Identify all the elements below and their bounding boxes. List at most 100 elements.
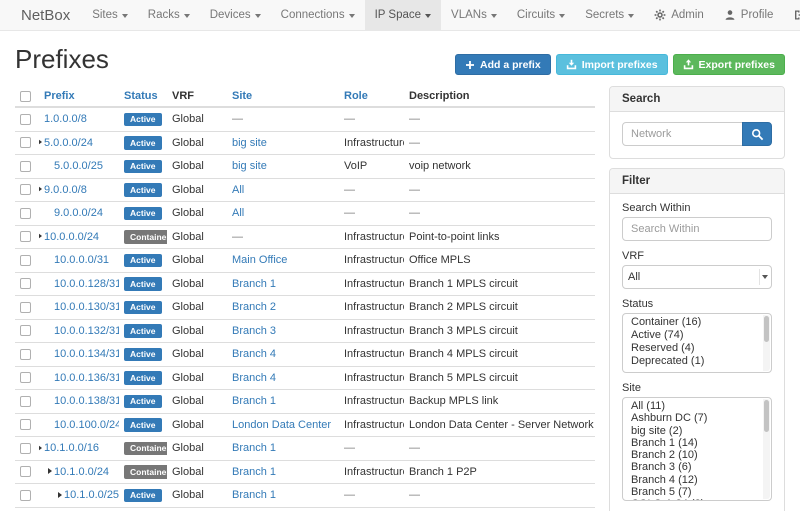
expand-caret-icon[interactable]: [58, 492, 62, 498]
nav-item-admin[interactable]: Admin: [644, 0, 714, 30]
nav-item-vlans[interactable]: VLANs: [441, 0, 507, 30]
site-link[interactable]: Branch 1: [232, 278, 276, 290]
row-checkbox[interactable]: [20, 396, 31, 407]
site-link[interactable]: big site: [232, 160, 267, 172]
site-link[interactable]: big site: [232, 137, 267, 149]
prefix-link[interactable]: 10.0.0.134/31: [54, 348, 119, 360]
site-link[interactable]: Branch 4: [232, 372, 276, 384]
brand-logo[interactable]: NetBox: [9, 0, 82, 30]
listbox-option[interactable]: Active (74): [623, 329, 771, 342]
vrf-select[interactable]: All: [622, 265, 772, 289]
expand-caret-icon[interactable]: [39, 233, 42, 239]
scrollbar-thumb[interactable]: [764, 400, 769, 432]
search-within-input[interactable]: [622, 217, 772, 241]
expand-caret-icon[interactable]: [39, 445, 42, 451]
prefix-link[interactable]: 5.0.0.0/24: [44, 137, 93, 149]
site-link[interactable]: Branch 1: [232, 466, 276, 478]
row-checkbox[interactable]: [20, 302, 31, 313]
row-checkbox[interactable]: [20, 466, 31, 477]
listbox-option[interactable]: Branch 3 (6): [623, 461, 771, 473]
prefix-link[interactable]: 10.0.0.138/31: [54, 395, 119, 407]
column-header-status[interactable]: Status: [124, 90, 158, 102]
row-checkbox[interactable]: [20, 137, 31, 148]
search-input[interactable]: [622, 122, 743, 146]
listbox-option[interactable]: Branch 2 (10): [623, 449, 771, 461]
listbox-option[interactable]: Branch 5 (7): [623, 486, 771, 498]
add-a-prefix-button[interactable]: Add a prefix: [455, 54, 551, 75]
listbox-option[interactable]: All (11): [623, 400, 771, 412]
prefix-link[interactable]: 10.0.0.136/31: [54, 372, 119, 384]
scrollbar-thumb[interactable]: [764, 316, 769, 342]
site-link[interactable]: Branch 1: [232, 442, 276, 454]
row-checkbox[interactable]: [20, 208, 31, 219]
import-prefixes-button[interactable]: Import prefixes: [556, 54, 668, 75]
site-link[interactable]: Main Office: [232, 254, 287, 266]
select-all-checkbox[interactable]: [20, 91, 31, 102]
row-checkbox[interactable]: [20, 349, 31, 360]
site-link[interactable]: Branch 1: [232, 395, 276, 407]
prefix-link[interactable]: 10.0.0.0/24: [44, 231, 99, 243]
site-link[interactable]: Branch 4: [232, 348, 276, 360]
nav-item-sites[interactable]: Sites: [82, 0, 138, 30]
nav-item-secrets[interactable]: Secrets: [575, 0, 644, 30]
prefix-link[interactable]: 10.0.0.128/31: [54, 278, 119, 290]
prefix-link[interactable]: 10.0.0.130/31: [54, 301, 119, 313]
prefix-link[interactable]: 5.0.0.0/25: [54, 160, 103, 172]
nav-item-circuits[interactable]: Circuits: [507, 0, 575, 30]
row-checkbox[interactable]: [20, 114, 31, 125]
row-checkbox[interactable]: [20, 325, 31, 336]
prefix-link[interactable]: 10.0.0.0/31: [54, 254, 109, 266]
nav-item-ip-space[interactable]: IP Space: [365, 0, 441, 30]
row-checkbox[interactable]: [20, 278, 31, 289]
nav-item-log-out[interactable]: Log out: [783, 0, 800, 30]
column-header-site[interactable]: Site: [232, 90, 252, 102]
status-badge: Container: [124, 442, 167, 456]
nav-item-label: Connections: [281, 9, 345, 21]
prefix-link[interactable]: 10.0.0.132/31: [54, 325, 119, 337]
expand-caret-icon[interactable]: [39, 139, 42, 145]
search-button[interactable]: [742, 122, 772, 146]
prefix-link[interactable]: 10.1.0.0/16: [44, 442, 99, 454]
listbox-option[interactable]: big site (2): [623, 425, 771, 437]
listbox-option[interactable]: Branch 1 (14): [623, 437, 771, 449]
scrollbar-track[interactable]: [763, 399, 770, 499]
prefix-link[interactable]: 9.0.0.0/8: [44, 184, 87, 196]
expand-caret-icon[interactable]: [39, 186, 42, 192]
column-header-prefix[interactable]: Prefix: [44, 90, 75, 102]
nav-item-devices[interactable]: Devices: [200, 0, 271, 30]
site-link[interactable]: Branch 3: [232, 325, 276, 337]
listbox-option[interactable]: COLO-1-24 (2): [623, 498, 771, 501]
row-checkbox[interactable]: [20, 255, 31, 266]
site-link[interactable]: Branch 1: [232, 489, 276, 501]
status-badge: Active: [124, 418, 162, 432]
listbox-option[interactable]: Container (16): [623, 316, 771, 329]
nav-item-racks[interactable]: Racks: [138, 0, 200, 30]
row-checkbox[interactable]: [20, 443, 31, 454]
scrollbar-track[interactable]: [763, 315, 770, 371]
site-link[interactable]: All: [232, 184, 244, 196]
prefix-link[interactable]: 10.1.0.0/25: [64, 489, 119, 501]
listbox-option[interactable]: Ashburn DC (7): [623, 412, 771, 424]
export-prefixes-button[interactable]: Export prefixes: [673, 54, 785, 75]
nav-item-connections[interactable]: Connections: [271, 0, 365, 30]
nav-item-profile[interactable]: Profile: [714, 0, 784, 30]
row-checkbox[interactable]: [20, 161, 31, 172]
listbox-option[interactable]: Branch 4 (12): [623, 474, 771, 486]
row-checkbox[interactable]: [20, 231, 31, 242]
prefix-link[interactable]: 10.1.0.0/24: [54, 466, 109, 478]
site-link[interactable]: London Data Center: [232, 419, 331, 431]
expand-caret-icon[interactable]: [48, 468, 52, 474]
prefix-link[interactable]: 1.0.0.0/8: [44, 113, 87, 125]
row-checkbox[interactable]: [20, 372, 31, 383]
site-link[interactable]: Branch 2: [232, 301, 276, 313]
listbox-option[interactable]: Deprecated (1): [623, 355, 771, 368]
listbox-option[interactable]: Reserved (4): [623, 342, 771, 355]
row-checkbox[interactable]: [20, 419, 31, 430]
column-header-role[interactable]: Role: [344, 90, 368, 102]
row-checkbox[interactable]: [20, 184, 31, 195]
role-value: Infrastructure: [344, 348, 404, 360]
prefix-link[interactable]: 10.0.100.0/24: [54, 419, 119, 431]
prefix-link[interactable]: 9.0.0.0/24: [54, 207, 103, 219]
site-link[interactable]: All: [232, 207, 244, 219]
row-checkbox[interactable]: [20, 490, 31, 501]
